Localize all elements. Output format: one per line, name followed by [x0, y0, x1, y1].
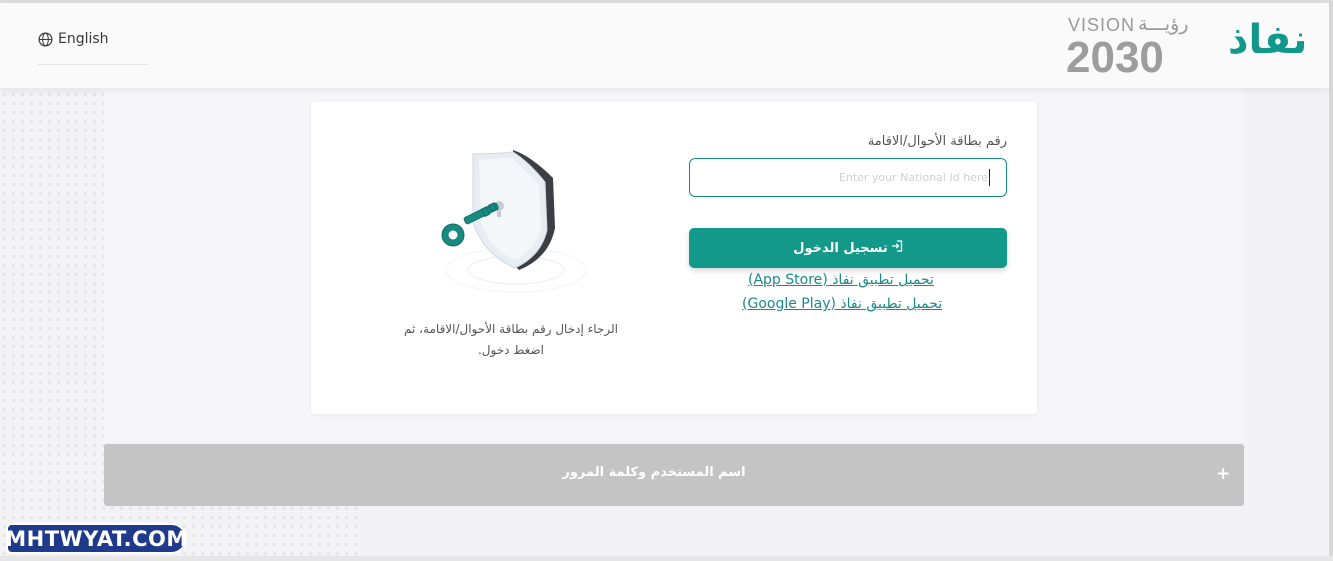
- top-header: English VISION رؤيـــة 2030 نفاذ: [0, 3, 1329, 88]
- vision-year: 2030: [1066, 33, 1164, 82]
- vision-arabic-label: رؤيـــة: [1138, 13, 1189, 35]
- site-watermark: MHTWYAT.COM: [5, 523, 187, 554]
- language-switcher[interactable]: English: [38, 31, 148, 65]
- login-card: رقم بطاقة الأحوال/الاقامة تسجيل الدخول ت…: [311, 102, 1037, 414]
- vision-2030-logo: VISION رؤيـــة 2030: [1066, 13, 1201, 82]
- shield-key-illustration: [431, 142, 591, 312]
- login-button-label: تسجيل الدخول: [793, 240, 888, 256]
- expand-plus-icon[interactable]: +: [1216, 464, 1230, 484]
- national-id-label: رقم بطاقة الأحوال/الاقامة: [867, 134, 1007, 149]
- language-label: English: [58, 31, 109, 47]
- window-right-border: [1329, 0, 1333, 561]
- app-store-link[interactable]: تحميل تطبيق نفاذ (App Store): [748, 272, 934, 288]
- nafath-brand-logo[interactable]: نفاذ: [1228, 17, 1308, 63]
- login-hint-text: الرجاء إدخال رقم بطاقة الأحوال/الاقامة، …: [404, 322, 618, 357]
- window-bottom-border: [0, 556, 1333, 561]
- login-button[interactable]: تسجيل الدخول: [689, 228, 1007, 268]
- username-password-accordion[interactable]: اسم المستخدم وكلمة المرور +: [104, 444, 1244, 506]
- accordion-title: اسم المستخدم وكلمة المرور: [562, 465, 746, 480]
- google-play-link[interactable]: تحميل تطبيق نفاذ (Google Play): [742, 296, 942, 312]
- globe-icon: [38, 31, 53, 51]
- login-icon: [891, 240, 903, 256]
- text-caret: [989, 169, 990, 186]
- national-id-input[interactable]: [689, 158, 1007, 197]
